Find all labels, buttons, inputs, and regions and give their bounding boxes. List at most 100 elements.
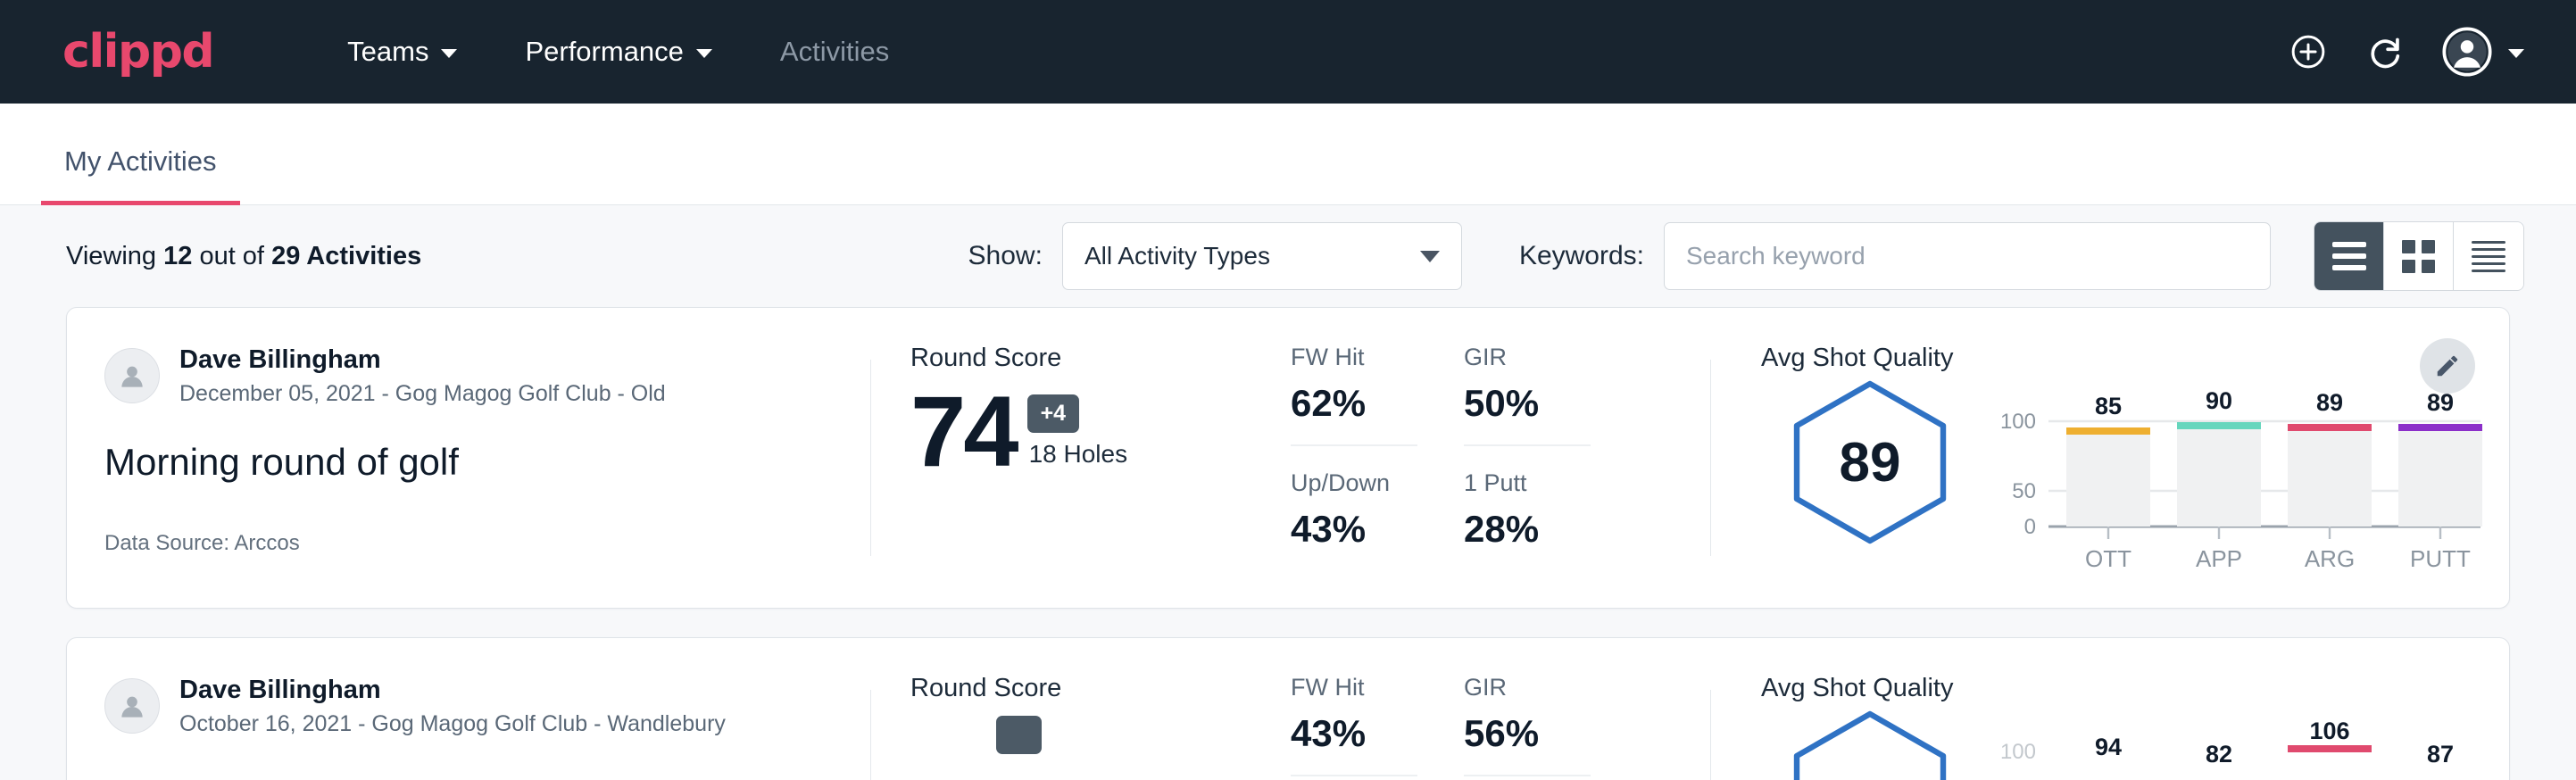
bar-cap-app <box>2177 422 2261 429</box>
score-to-par-badge: +4 <box>1027 394 1080 433</box>
stat-value-one-putt: 28% <box>1464 508 1591 551</box>
avg-shot-quality-label: Avg Shot Quality <box>1761 344 2509 373</box>
chevron-down-icon <box>441 49 457 58</box>
score-to-par-badge <box>996 716 1042 754</box>
edit-activity-button[interactable] <box>2420 338 2475 394</box>
top-navigation-bar: clippd Teams Performance Activities <box>0 0 2576 104</box>
view-mode-toggle-group <box>2314 221 2524 291</box>
ytick-100: 100 <box>2000 410 2036 434</box>
viewing-total: 29 Activities <box>271 242 421 270</box>
shot-quality-bar-chart: 100 50 0 85 OTT 90 APP <box>1984 386 2484 582</box>
stat-fw-hit: FW Hit 62% <box>1291 344 1417 446</box>
chevron-down-icon <box>2508 49 2524 58</box>
round-score-value: 74 <box>910 386 1017 477</box>
player-name: Dave Billingham <box>179 344 666 376</box>
stat-value-fw-hit: 62% <box>1291 382 1417 425</box>
bar-cap-arg <box>2288 424 2372 431</box>
activity-meta: October 16, 2021 - Gog Magog Golf Club -… <box>179 709 726 739</box>
stat-up-down: Up/Down 43% <box>1291 446 1417 551</box>
tab-bar: My Activities <box>0 104 2576 205</box>
refresh-icon[interactable] <box>2365 32 2405 71</box>
avg-shot-quality-value: 89 <box>1781 378 1959 546</box>
add-circle-icon[interactable] <box>2289 32 2328 71</box>
nav-item-performance[interactable]: Performance <box>491 36 745 68</box>
avatar <box>104 348 160 403</box>
viewing-count: 12 <box>163 242 192 270</box>
bar-track-arg <box>2288 427 2372 527</box>
avg-shot-quality-label: Avg Shot Quality <box>1761 674 2509 703</box>
account-avatar-icon <box>2442 27 2492 77</box>
search-input[interactable] <box>1664 222 2271 290</box>
holes-label: 18 Holes <box>1029 440 1128 469</box>
stat-label-gir: GIR <box>1464 344 1591 371</box>
round-score-block: Round Score <box>871 638 1291 780</box>
bar-track-putt <box>2398 427 2482 527</box>
activity-summary: Dave Billingham December 05, 2021 - Gog … <box>67 308 870 608</box>
nav-item-activities[interactable]: Activities <box>746 36 923 68</box>
bar-track-ott <box>2066 431 2150 527</box>
avatar <box>104 678 160 734</box>
bar-track-app <box>2177 426 2261 527</box>
activity-list: Dave Billingham December 05, 2021 - Gog … <box>0 307 2576 780</box>
bar-cap-ott <box>2066 427 2150 435</box>
tab-my-activities[interactable]: My Activities <box>41 145 240 205</box>
bar-value-app: 82 <box>2206 741 2232 768</box>
key-stats-block: FW Hit 43% GIR 56% <box>1291 638 1710 780</box>
stat-label-fw-hit: FW Hit <box>1291 674 1417 701</box>
stat-fw-hit: FW Hit 43% <box>1291 674 1417 776</box>
stat-gir: GIR 50% <box>1464 344 1591 446</box>
key-stats-block: FW Hit 62% GIR 50% Up/Down 43% 1 Putt 28… <box>1291 308 1710 608</box>
bar-cap-putt <box>2398 424 2482 431</box>
list-view-button[interactable] <box>2314 222 2384 290</box>
viewing-prefix: Viewing <box>66 242 156 270</box>
bar-value-arg: 106 <box>2309 718 2349 744</box>
keywords-label: Keywords: <box>1519 241 1644 271</box>
round-score-block: Round Score 74 +4 18 Holes <box>871 308 1291 608</box>
activity-type-select[interactable]: All Activity Types <box>1062 222 1462 290</box>
xlabel-app: APP <box>2196 545 2242 572</box>
player-header: Dave Billingham December 05, 2021 - Gog … <box>104 344 870 409</box>
primary-nav: Teams Performance Activities <box>313 36 923 68</box>
nav-label-teams: Teams <box>347 36 428 68</box>
bar-value-app: 90 <box>2206 387 2232 414</box>
nav-label-performance: Performance <box>525 36 683 68</box>
bar-value-putt: 87 <box>2427 741 2454 768</box>
xlabel-putt: PUTT <box>2410 545 2471 572</box>
activity-title: Morning round of golf <box>104 441 870 484</box>
xlabel-arg: ARG <box>2305 545 2355 572</box>
chevron-down-icon <box>1420 251 1440 262</box>
app-logo[interactable]: clippd <box>62 29 213 75</box>
compact-view-button[interactable] <box>2454 222 2523 290</box>
show-label: Show: <box>968 241 1043 271</box>
stat-label-up-down: Up/Down <box>1291 469 1417 497</box>
stat-gir: GIR 56% <box>1464 674 1591 776</box>
stat-label-fw-hit: FW Hit <box>1291 344 1417 371</box>
bar-value-arg: 89 <box>2316 389 2343 416</box>
account-menu[interactable] <box>2442 27 2524 77</box>
stat-value-up-down: 43% <box>1291 508 1417 551</box>
pencil-icon <box>2434 353 2461 379</box>
activity-type-value: All Activity Types <box>1084 242 1270 270</box>
activity-card[interactable]: Dave Billingham December 05, 2021 - Gog … <box>66 307 2510 609</box>
activity-card[interactable]: Dave Billingham October 16, 2021 - Gog M… <box>66 637 2510 780</box>
bar-value-ott: 94 <box>2095 734 2122 760</box>
chevron-down-icon <box>696 49 712 58</box>
xlabel-ott: OTT <box>2085 545 2131 572</box>
ytick-50: 50 <box>2012 479 2036 503</box>
nav-item-teams[interactable]: Teams <box>313 36 491 68</box>
round-score-label: Round Score <box>910 344 1291 373</box>
stat-value-fw-hit: 43% <box>1291 712 1417 755</box>
player-header: Dave Billingham October 16, 2021 - Gog M… <box>104 674 870 739</box>
avg-shot-quality-block: Avg Shot Quality 100 94 82 106 87 <box>1711 638 2509 780</box>
viewing-count-text: Viewing 12 out of 29 Activities <box>66 242 421 271</box>
ytick-100: 100 <box>2000 740 2036 764</box>
data-source-label: Data Source: Arccos <box>104 531 300 556</box>
nav-label-activities: Activities <box>780 36 889 68</box>
stat-label-one-putt: 1 Putt <box>1464 469 1591 497</box>
stat-value-gir: 50% <box>1464 382 1591 425</box>
grid-view-button[interactable] <box>2384 222 2454 290</box>
player-name: Dave Billingham <box>179 674 726 706</box>
stat-one-putt: 1 Putt 28% <box>1464 446 1591 551</box>
activity-summary: Dave Billingham October 16, 2021 - Gog M… <box>67 638 870 780</box>
viewing-middle: out of <box>199 242 264 270</box>
